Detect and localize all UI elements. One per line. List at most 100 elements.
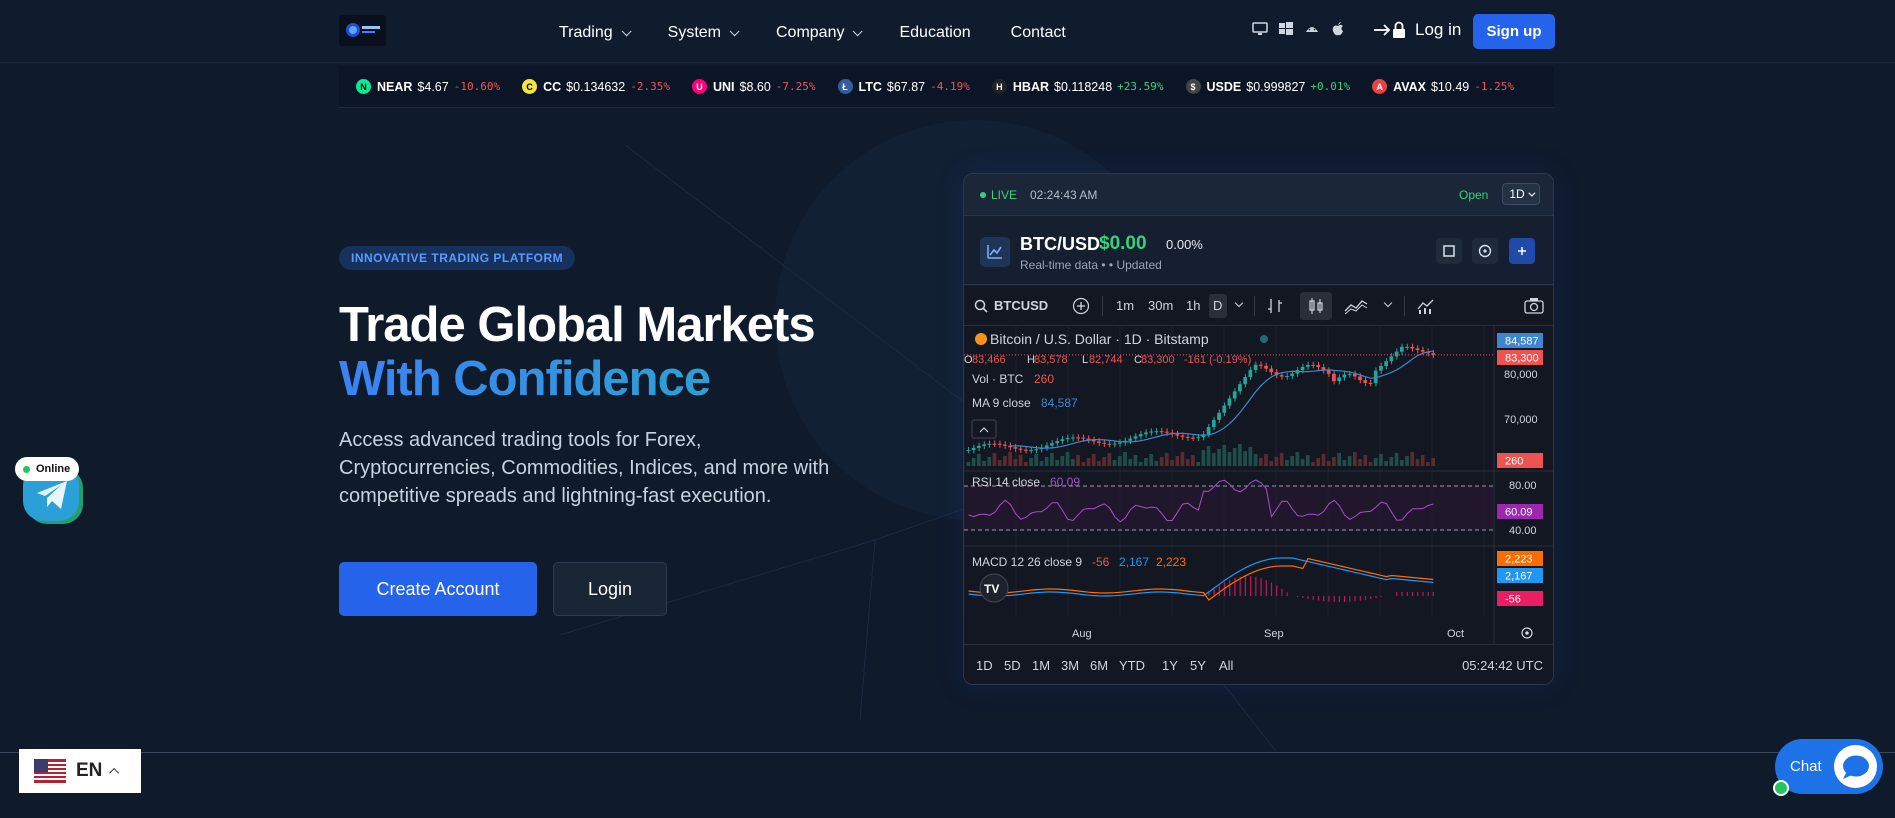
nav-item-company[interactable]: Company bbox=[776, 23, 864, 43]
header-login-link[interactable]: Log in bbox=[1372, 20, 1461, 40]
nav-label: Contact bbox=[1010, 24, 1066, 41]
candle bbox=[1102, 442, 1106, 444]
candle bbox=[1018, 448, 1023, 450]
candle bbox=[997, 443, 1002, 445]
interval-menu-chevron-icon[interactable] bbox=[1234, 298, 1244, 308]
candlestick-icon[interactable] bbox=[1307, 297, 1325, 315]
collapse-legend-button[interactable] bbox=[971, 419, 997, 439]
ticker-symbol: AVAX bbox=[1393, 79, 1426, 94]
tradingview-logo-text: TV bbox=[984, 582, 999, 596]
chart-canvas[interactable]: Bitcoin / U.S. Dollar · 1D · Bitstamp 83,… bbox=[964, 326, 1553, 644]
hero-login-button[interactable]: Login bbox=[553, 562, 667, 616]
chevron-down-icon bbox=[853, 25, 864, 36]
brand-logo[interactable] bbox=[339, 15, 386, 46]
tradingview-chart[interactable]: BTCUSD 1m 30m 1h D Bitcoin / U.S. Dollar… bbox=[964, 286, 1553, 684]
ticker-item[interactable]: U UNI $8.60 -7.25% bbox=[691, 79, 816, 94]
near-coin-icon: N bbox=[356, 79, 371, 94]
ohlc-key: C bbox=[1134, 354, 1142, 366]
language-selector[interactable]: EN bbox=[19, 749, 141, 793]
volume-bar bbox=[1363, 455, 1368, 466]
candle bbox=[1258, 364, 1263, 366]
hero-title-line1: Trade Global Markets bbox=[339, 298, 816, 352]
volume-bar bbox=[1305, 455, 1310, 466]
windows-icon[interactable] bbox=[1278, 21, 1294, 37]
interval-30m[interactable]: 30m bbox=[1148, 298, 1173, 313]
volume-bar bbox=[1394, 453, 1399, 466]
chart-toolbar: BTCUSD 1m 30m 1h D bbox=[964, 286, 1553, 326]
range-1y[interactable]: 1Y bbox=[1162, 658, 1178, 673]
nav-item-system[interactable]: System bbox=[667, 23, 740, 43]
symbol-search[interactable]: BTCUSD bbox=[994, 298, 1048, 313]
ticker-item[interactable]: A AVAX $10.49 -1.25% bbox=[1372, 79, 1514, 94]
volume-bar bbox=[1133, 455, 1138, 466]
apple-icon[interactable] bbox=[1330, 21, 1346, 37]
ohlc-key: O bbox=[964, 354, 973, 366]
chart-style-chevron-icon[interactable] bbox=[1383, 298, 1393, 308]
area-style-icon[interactable] bbox=[1344, 297, 1368, 315]
ticker-item[interactable]: N NEAR $4.67 -10.60% bbox=[356, 79, 500, 94]
desktop-icon[interactable] bbox=[1252, 21, 1268, 37]
volume-bar bbox=[966, 462, 971, 466]
timeframe-select[interactable]: 1D bbox=[1502, 183, 1540, 205]
last-price-tag: 83,300 bbox=[1505, 353, 1539, 365]
android-icon[interactable] bbox=[1304, 21, 1320, 37]
range-1d[interactable]: 1D bbox=[976, 658, 993, 673]
ticker-item[interactable]: Ł LTC $67.87 -4.19% bbox=[837, 79, 970, 94]
target-button[interactable] bbox=[1472, 238, 1498, 264]
usde-coin-icon: $ bbox=[1185, 79, 1201, 94]
range-5d[interactable]: 5D bbox=[1004, 658, 1021, 673]
range-6m[interactable]: 6M bbox=[1090, 658, 1108, 673]
ticker-symbol: CC bbox=[543, 79, 562, 94]
language-label: EN bbox=[76, 760, 103, 781]
ticker-price: $67.87 bbox=[886, 79, 926, 94]
candle bbox=[1081, 437, 1086, 439]
range-all[interactable]: All bbox=[1219, 658, 1233, 673]
candle bbox=[1112, 443, 1117, 445]
range-5y[interactable]: 5Y bbox=[1190, 658, 1206, 673]
volume-bar bbox=[1300, 459, 1305, 466]
platform-icons bbox=[1252, 21, 1346, 37]
login-lock-icon bbox=[1374, 21, 1405, 38]
range-1m[interactable]: 1M bbox=[1032, 658, 1050, 673]
ltc-coin-icon: Ł bbox=[837, 79, 853, 94]
nav-item-contact[interactable]: Contact bbox=[1011, 23, 1066, 43]
bar-style-icon[interactable] bbox=[1266, 297, 1284, 315]
widget-status-bar: LIVE 02:24:43 AM Open 1D bbox=[964, 174, 1553, 216]
bitcoin-icon bbox=[975, 333, 987, 345]
chat-button[interactable]: Chat bbox=[1775, 739, 1883, 794]
interval-1m[interactable]: 1m bbox=[1116, 298, 1134, 313]
stop-button[interactable] bbox=[1436, 238, 1462, 264]
create-account-button[interactable]: Create Account bbox=[339, 562, 537, 616]
indicators-icon[interactable] bbox=[1416, 297, 1436, 315]
candle bbox=[1415, 348, 1420, 351]
interval-1h[interactable]: 1h bbox=[1186, 298, 1200, 313]
candle bbox=[992, 443, 997, 445]
compare-add-icon[interactable] bbox=[1072, 297, 1090, 315]
ticker-item[interactable]: C CC $0.134632 -2.35% bbox=[522, 79, 670, 94]
rsi-axis-label: 40.00 bbox=[1509, 525, 1537, 537]
search-icon[interactable] bbox=[974, 299, 988, 313]
candle bbox=[1352, 374, 1357, 377]
background-decoration bbox=[559, 120, 1351, 751]
add-button[interactable] bbox=[1509, 238, 1535, 264]
volume-bar bbox=[1227, 452, 1232, 466]
volume-bar bbox=[1060, 456, 1065, 466]
signup-button[interactable]: Sign up bbox=[1473, 14, 1555, 49]
candle bbox=[1211, 419, 1216, 428]
camera-icon[interactable] bbox=[1524, 297, 1544, 315]
range-ytd[interactable]: YTD bbox=[1119, 658, 1145, 673]
candle bbox=[1050, 443, 1054, 446]
time-axis-label: Oct bbox=[1447, 628, 1464, 640]
online-dot-icon bbox=[23, 465, 30, 473]
live-time: 02:24:43 AM bbox=[1030, 188, 1098, 202]
ticker-item[interactable]: H HBAR $0.118248 +23.59% bbox=[991, 79, 1164, 94]
nav-label: System bbox=[667, 24, 721, 41]
candle bbox=[1305, 364, 1310, 367]
nav-item-education[interactable]: Education bbox=[899, 23, 970, 43]
interval-d[interactable]: D bbox=[1213, 298, 1222, 313]
ticker-item[interactable]: $ USDE $0.999827 +0.01% bbox=[1185, 79, 1350, 94]
nav-item-trading[interactable]: Trading bbox=[559, 23, 632, 43]
volume-bar bbox=[1185, 459, 1190, 466]
range-3m[interactable]: 3M bbox=[1061, 658, 1079, 673]
candle bbox=[1363, 380, 1368, 383]
